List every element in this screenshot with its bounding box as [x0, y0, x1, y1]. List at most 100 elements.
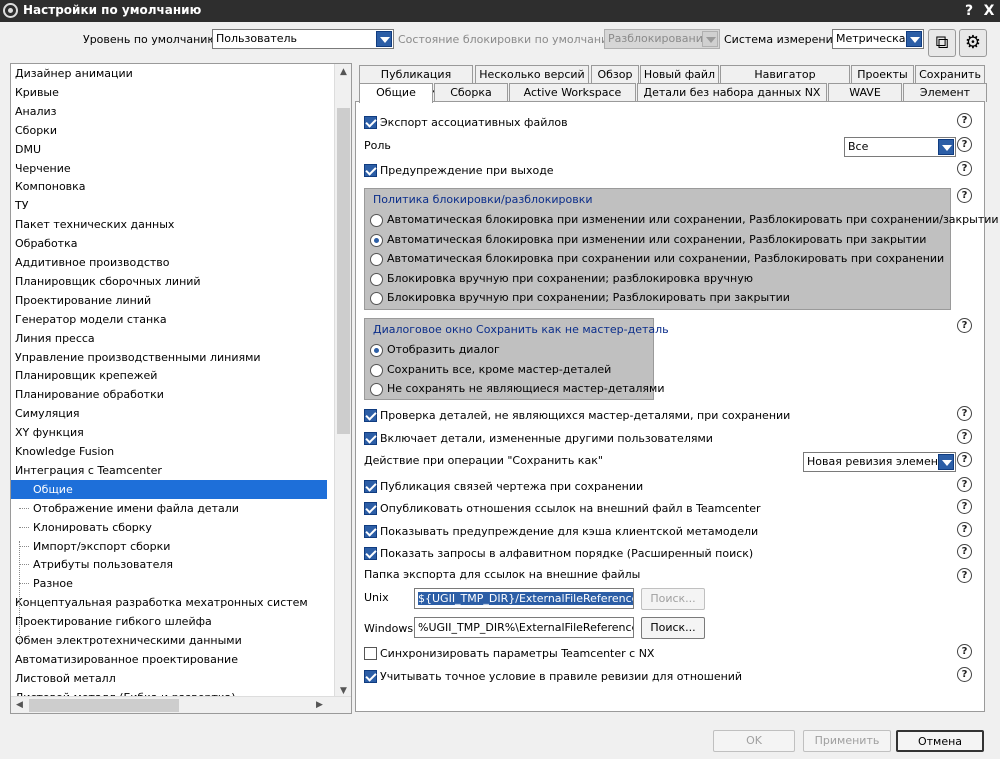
- scroll-right-icon[interactable]: ▶: [311, 697, 328, 713]
- tab[interactable]: Детали без набора данных NX: [637, 83, 827, 102]
- tree-child-item[interactable]: Разное: [11, 574, 327, 593]
- exact-condition-checkbox[interactable]: [364, 670, 377, 683]
- scroll-up-icon[interactable]: ▲: [335, 64, 351, 81]
- tree-item[interactable]: Линия пресса: [11, 329, 327, 348]
- chevron-down-icon[interactable]: [938, 139, 954, 155]
- binoculars-icon[interactable]: ⧉: [928, 29, 956, 57]
- publish-links-checkbox[interactable]: [364, 480, 377, 493]
- tree-item[interactable]: Планировщик крепежей: [11, 366, 327, 385]
- tree-child-item[interactable]: Общие: [11, 479, 327, 499]
- cancel-button[interactable]: Отмена: [896, 730, 984, 752]
- help-icon[interactable]: ?: [957, 452, 972, 467]
- lock-option-label[interactable]: Блокировка вручную при сохранении; разбл…: [387, 272, 753, 285]
- tree-child-item[interactable]: Атрибуты пользователя: [11, 555, 327, 574]
- scroll-left-icon[interactable]: ◀: [11, 697, 28, 713]
- tab[interactable]: Проекты: [851, 65, 914, 84]
- export-assoc-checkbox[interactable]: [364, 116, 377, 129]
- unix-path-input[interactable]: ${UGII_TMP_DIR}/ExternalFileReferences: [414, 588, 634, 609]
- tree-item[interactable]: Кривые: [11, 83, 327, 102]
- help-icon[interactable]: ?: [957, 477, 972, 492]
- check-nonmaster-checkbox[interactable]: [364, 409, 377, 422]
- lock-option-radio[interactable]: [370, 234, 383, 247]
- tree-item[interactable]: ТУ: [11, 196, 327, 215]
- publish-refs-checkbox[interactable]: [364, 502, 377, 515]
- save-option-label[interactable]: Не сохранять не являющиеся мастер-деталя…: [387, 382, 664, 395]
- alpha-queries-checkbox[interactable]: [364, 547, 377, 560]
- tree-item[interactable]: Обработка: [11, 234, 327, 253]
- tab[interactable]: Сборка: [434, 83, 508, 102]
- save-option-label[interactable]: Отобразить диалог: [387, 343, 500, 356]
- tree-item[interactable]: Интеграция с Teamcenter: [11, 461, 327, 480]
- help-button[interactable]: ?: [960, 2, 978, 20]
- apply-button[interactable]: Применить: [803, 730, 891, 752]
- role-select[interactable]: Все: [844, 137, 956, 157]
- tree-item[interactable]: Проектирование гибкого шлейфа: [11, 612, 327, 631]
- units-select[interactable]: Метрическая: [832, 29, 924, 49]
- tree-item[interactable]: Планирование обработки: [11, 385, 327, 404]
- tab[interactable]: Несколько версий: [475, 65, 589, 84]
- help-icon[interactable]: ?: [957, 568, 972, 583]
- ok-button[interactable]: OK: [713, 730, 795, 752]
- tree-item[interactable]: Черчение: [11, 159, 327, 178]
- help-icon[interactable]: ?: [957, 499, 972, 514]
- windows-search-button[interactable]: Поиск...: [641, 617, 705, 639]
- lock-option-radio[interactable]: [370, 253, 383, 266]
- help-icon[interactable]: ?: [957, 544, 972, 559]
- tab[interactable]: WAVE: [828, 83, 902, 102]
- save-option-radio[interactable]: [370, 364, 383, 377]
- help-icon[interactable]: ?: [957, 161, 972, 176]
- tree-item[interactable]: Планировщик сборочных линий: [11, 272, 327, 291]
- tab-general[interactable]: Общие: [359, 83, 433, 103]
- settings-gear-icon[interactable]: ⚙: [959, 29, 987, 57]
- include-modified-checkbox[interactable]: [364, 432, 377, 445]
- tree-item[interactable]: Управление производственными линиями: [11, 348, 327, 367]
- lock-option-radio[interactable]: [370, 292, 383, 305]
- windows-path-input[interactable]: %UGII_TMP_DIR%\ExternalFileReferences: [414, 617, 634, 638]
- lock-option-label[interactable]: Автоматическая блокировка при изменении …: [387, 213, 999, 226]
- sync-params-checkbox[interactable]: [364, 647, 377, 660]
- help-icon[interactable]: ?: [957, 113, 972, 128]
- hscroll-thumb[interactable]: [29, 699, 179, 712]
- unix-search-button[interactable]: Поиск...: [641, 588, 705, 610]
- lock-option-radio[interactable]: [370, 273, 383, 286]
- tab[interactable]: Публикация сварки: [359, 65, 473, 99]
- chevron-down-icon[interactable]: [376, 31, 392, 47]
- chevron-down-icon[interactable]: [906, 31, 922, 47]
- tree-item[interactable]: XY функция: [11, 423, 327, 442]
- tree-item[interactable]: Автоматизированное проектирование: [11, 650, 327, 669]
- tree-item[interactable]: Проектирование линий: [11, 291, 327, 310]
- warn-exit-checkbox[interactable]: [364, 164, 377, 177]
- tree-item[interactable]: Концептуальная разработка мехатронных си…: [11, 593, 327, 612]
- tree-item[interactable]: Дизайнер анимации: [11, 64, 327, 83]
- help-icon[interactable]: ?: [957, 644, 972, 659]
- tree-item[interactable]: Сборки: [11, 121, 327, 140]
- tree-vertical-scrollbar[interactable]: ▲ ▼: [334, 64, 351, 700]
- tree-item[interactable]: Knowledge Fusion: [11, 442, 327, 461]
- tree-item[interactable]: Генератор модели станка: [11, 310, 327, 329]
- help-icon[interactable]: ?: [957, 429, 972, 444]
- level-select[interactable]: Пользователь: [212, 29, 394, 49]
- tree-child-item[interactable]: Импорт/экспорт сборки: [11, 537, 327, 556]
- help-icon[interactable]: ?: [957, 522, 972, 537]
- save-option-radio[interactable]: [370, 344, 383, 357]
- help-icon[interactable]: ?: [957, 137, 972, 152]
- help-icon[interactable]: ?: [957, 188, 972, 203]
- lock-state-select[interactable]: Разблокирование: [604, 29, 720, 49]
- tree-horizontal-scrollbar[interactable]: ◀ ▶: [11, 696, 351, 713]
- tab[interactable]: Новый файл: [640, 65, 719, 84]
- lock-option-label[interactable]: Блокировка вручную при сохранении; Разбл…: [387, 291, 790, 304]
- tree-child-item[interactable]: Отображение имени файла детали: [11, 499, 327, 518]
- chevron-down-icon[interactable]: [938, 454, 954, 470]
- tree-child-item[interactable]: Клонировать сборку: [11, 518, 327, 537]
- tree-item[interactable]: Симуляция: [11, 404, 327, 423]
- lock-option-label[interactable]: Автоматическая блокировка при изменении …: [387, 233, 926, 246]
- help-icon[interactable]: ?: [957, 318, 972, 333]
- tree-item[interactable]: Компоновка: [11, 177, 327, 196]
- lock-option-radio[interactable]: [370, 214, 383, 227]
- saveas-select[interactable]: Новая ревизия элемента: [803, 452, 956, 472]
- save-option-label[interactable]: Сохранить все, кроме мастер-деталей: [387, 363, 611, 376]
- tree-item[interactable]: Анализ: [11, 102, 327, 121]
- scroll-thumb[interactable]: [337, 108, 350, 434]
- tab[interactable]: Обзор: [591, 65, 639, 84]
- tab[interactable]: Сохранить: [915, 65, 985, 84]
